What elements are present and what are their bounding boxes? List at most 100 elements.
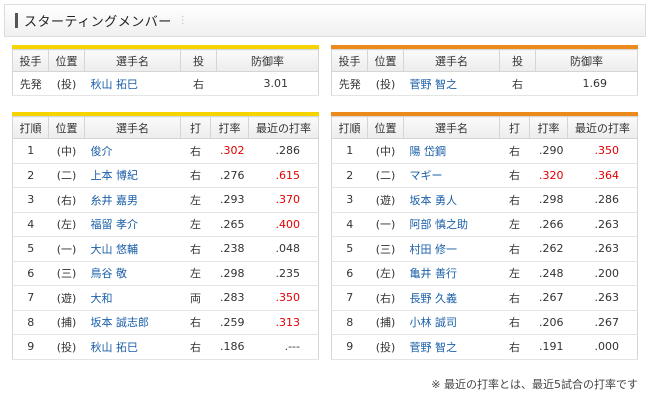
header-cell: 防御率 [216,49,319,72]
header-cell: 位置 [48,49,85,72]
header-cell: 投 [180,49,217,72]
player-name-link[interactable]: 長野 久義 [403,285,500,311]
right-pitcher-table: 投手 位置 選手名 投 防御率 先発 (投) 菅野 智之 右 1.69 [331,49,638,96]
header-cell: 位置 [367,116,404,139]
player-name-link[interactable]: 上本 博紀 [84,162,181,188]
starter-era: 3.01 [216,71,319,96]
batting-average: .266 [529,211,568,237]
batting-order: 1 [331,138,368,164]
recent-average: .615 [248,162,319,188]
player-name-link[interactable]: 菅野 智之 [403,334,500,360]
table-row: 4 (一) 阿部 慎之助左 .266.263 [331,211,638,237]
bats: 右 [499,334,530,360]
player-name-link[interactable]: 大和 [84,285,181,311]
player-name-link[interactable]: 秋山 拓巳 [84,334,181,360]
batting-average: .259 [210,309,249,335]
batting-average: .206 [529,309,568,335]
starter-position: (投) [48,71,85,96]
right-lineup-table: 打順 位置 選手名 打 打率 最近の打率 1 (中) 陽 岱鋼右 .290.350 2(… [331,116,638,360]
table-row: 9 (投) 秋山 拓巳右 .186 .--- [12,334,319,360]
header-cell: 選手名 [84,116,181,139]
batting-average: .293 [210,187,249,213]
bats: 右 [180,162,211,188]
table-row: 8 (捕) 小林 誠司右 .206.267 [331,309,638,335]
header-cell: 最近の打率 [567,116,638,139]
left-pitcher-table: 投手 位置 選手名 投 防御率 先発 (投) 秋山 拓巳 右 3.01 [12,49,319,96]
player-name-link[interactable]: 坂本 誠志郎 [84,309,181,335]
header-cell: 防御率 [535,49,638,72]
table-row: 3 (遊) 坂本 勇人右 .298.286 [331,187,638,213]
position: (左) [48,211,85,237]
batting-order: 3 [12,187,49,213]
bats: 右 [499,285,530,311]
position: (投) [367,334,404,360]
player-name-link[interactable]: 阿部 慎之助 [403,211,500,237]
starter-name-link[interactable]: 秋山 拓巳 [84,71,181,96]
player-name-link[interactable]: 糸井 嘉男 [84,187,181,213]
batting-order: 9 [12,334,49,360]
position: (一) [48,236,85,262]
starter-name-link[interactable]: 菅野 智之 [403,71,500,96]
player-name-link[interactable]: 鳥谷 敬 [84,260,181,286]
starter-throws: 右 [499,71,536,96]
header-cell: 最近の打率 [248,116,319,139]
player-name-link[interactable]: 亀井 善行 [403,260,500,286]
bats: 右 [180,236,211,262]
player-name-link[interactable]: 大山 悠輔 [84,236,181,262]
recent-average: .286 [567,187,638,213]
recent-average: .263 [567,285,638,311]
left-pitcher-panel: 投手 位置 選手名 投 防御率 先発 (投) 秋山 拓巳 右 3.01 [12,45,319,96]
page-header: スターティングメンバー ⋮ [4,4,646,37]
position: (中) [48,138,85,164]
position: (一) [367,211,404,237]
player-name-link[interactable]: 俊介 [84,138,181,164]
position: (右) [367,285,404,311]
bats: 左 [180,187,211,213]
right-lineup-header-row: 打順 位置 選手名 打 打率 最近の打率 [331,116,638,139]
left-starter-row: 先発 (投) 秋山 拓巳 右 3.01 [12,71,319,96]
bats: 右 [499,138,530,164]
player-name-link[interactable]: マギー [403,162,500,188]
player-name-link[interactable]: 小林 誠司 [403,309,500,335]
header-cell: 選手名 [84,49,181,72]
position: (二) [367,162,404,188]
position: (捕) [367,309,404,335]
table-row: 7 (右) 長野 久義右 .267.263 [331,285,638,311]
batting-order: 8 [331,309,368,335]
recent-average: .048 [248,236,319,262]
table-row: 1 (中) 陽 岱鋼右 .290.350 [331,138,638,164]
table-row: 8 (捕) 坂本 誠志郎右 .259.313 [12,309,319,335]
starter-era: 1.69 [535,71,638,96]
starter-role: 先発 [331,71,368,96]
header-cell: 位置 [367,49,404,72]
position: (遊) [367,187,404,213]
player-name-link[interactable]: 福留 孝介 [84,211,181,237]
right-pitcher-panel: 投手 位置 選手名 投 防御率 先発 (投) 菅野 智之 右 1.69 [331,45,638,96]
player-name-link[interactable]: 坂本 勇人 [403,187,500,213]
position: (左) [367,260,404,286]
batting-average: .298 [210,260,249,286]
batting-average: .248 [529,260,568,286]
batting-order: 6 [12,260,49,286]
batting-order: 9 [331,334,368,360]
batting-order: 7 [331,285,368,311]
table-row: 9 (投) 菅野 智之右 .191.000 [331,334,638,360]
recent-average: .350 [248,285,319,311]
batting-order: 2 [12,162,49,188]
left-pitcher-header-row: 投手 位置 選手名 投 防御率 [12,49,319,72]
bats: 左 [499,211,530,237]
right-starter-row: 先発 (投) 菅野 智之 右 1.69 [331,71,638,96]
player-name-link[interactable]: 陽 岱鋼 [403,138,500,164]
position: (遊) [48,285,85,311]
batting-average: .298 [529,187,568,213]
recent-average: .370 [248,187,319,213]
batting-order: 4 [12,211,49,237]
batting-order: 8 [12,309,49,335]
player-name-link[interactable]: 村田 修一 [403,236,500,262]
left-lineup-header-row: 打順 位置 選手名 打 打率 最近の打率 [12,116,319,139]
batting-average: .186 [210,334,249,360]
position: (投) [48,334,85,360]
bats: 左 [180,211,211,237]
header-cell: 打率 [529,116,568,139]
table-row: 6 (左) 亀井 善行左 .248.200 [331,260,638,286]
